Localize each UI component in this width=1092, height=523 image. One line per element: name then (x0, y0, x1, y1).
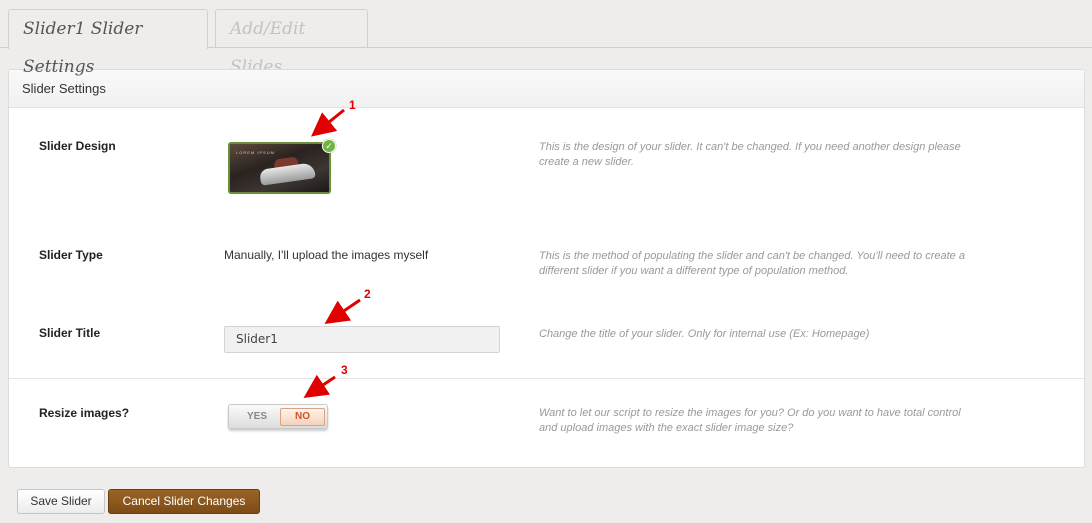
arrow-2 (324, 298, 361, 325)
cancel-slider-changes-button[interactable]: Cancel Slider Changes (108, 489, 260, 514)
save-slider-button[interactable]: Save Slider (17, 489, 105, 514)
annotation-number-2: 2 (364, 287, 371, 301)
tab-slider-settings[interactable]: Slider1 Slider Settings (8, 9, 208, 77)
arrow-1 (310, 108, 345, 137)
annotation-arrows (303, 108, 361, 398)
annotation-number-3: 3 (341, 363, 348, 377)
arrow-3 (303, 374, 336, 398)
